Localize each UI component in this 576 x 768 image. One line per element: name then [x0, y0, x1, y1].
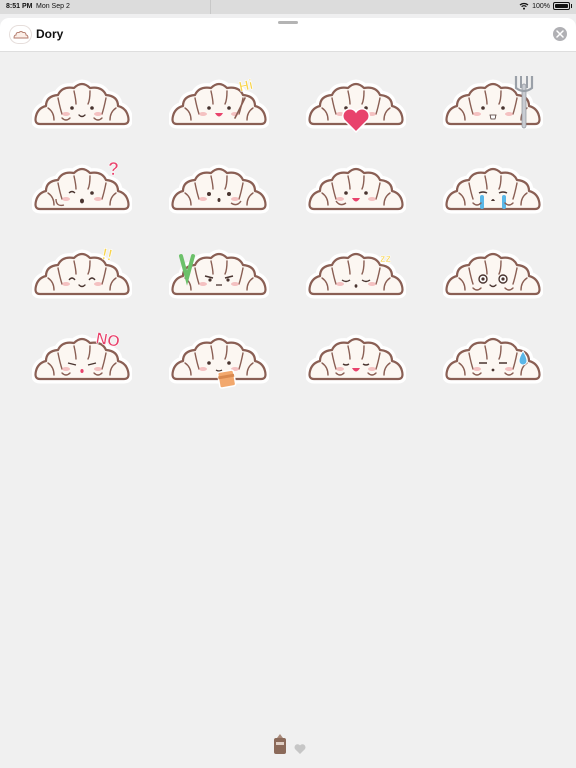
dumpling-drink-icon: [169, 334, 269, 389]
dumpling-zzz-icon: zz: [306, 249, 406, 299]
svg-text:zz: zz: [380, 253, 392, 265]
close-icon: [556, 30, 564, 38]
sticker-calm[interactable]: [32, 68, 132, 138]
sticker-no[interactable]: NO: [32, 323, 132, 393]
status-time: 8:51 PM: [6, 3, 33, 10]
sticker-zzz[interactable]: zz: [306, 238, 406, 308]
battery-icon: [553, 2, 572, 10]
sticker-sleepy[interactable]: [169, 153, 269, 223]
heart-icon[interactable]: [294, 743, 306, 755]
sticker-cry[interactable]: [443, 153, 543, 223]
bottom-toolbar: [272, 733, 306, 755]
dumpling-heart-icon: [306, 79, 406, 134]
dumpling-no-icon: NO: [32, 330, 132, 384]
status-right: 100%: [519, 2, 572, 10]
sticker-victory[interactable]: [169, 238, 269, 308]
dumpling-sleepy-icon: [169, 164, 269, 214]
sticker-drink[interactable]: [169, 323, 269, 393]
status-bar: 8:51 PM Mon Sep 2 100%: [0, 0, 576, 14]
sticker-dizzy[interactable]: [443, 238, 543, 308]
sticker-excited[interactable]: !!: [32, 238, 132, 308]
sticker-hi[interactable]: Hi: [169, 68, 269, 138]
dumpling-calm-icon: [32, 79, 132, 129]
dumpling-cry-icon: [443, 164, 543, 214]
svg-text:?: ?: [108, 159, 119, 179]
sheet-grabber[interactable]: [278, 21, 298, 24]
dumpling-dizzy-icon: [443, 249, 543, 299]
wifi-icon: [519, 2, 529, 10]
sticker-heart[interactable]: [306, 68, 406, 138]
sticker-sheet: Dory Hi ? !! zz NO: [0, 18, 576, 768]
sticker-pack-icon[interactable]: [272, 733, 288, 755]
sticker-smile[interactable]: [306, 153, 406, 223]
app-title: Dory: [36, 27, 64, 41]
dumpling-shy-icon: [306, 334, 406, 384]
status-date: Mon Sep 2: [36, 3, 70, 10]
sticker-question[interactable]: ?: [32, 153, 132, 223]
dumpling-excited-icon: !!: [32, 246, 132, 299]
svg-text:Hi: Hi: [237, 76, 254, 95]
battery-percent: 100%: [532, 2, 550, 10]
dumpling-question-icon: ?: [32, 159, 132, 214]
dumpling-logo-icon: [13, 30, 28, 38]
dumpling-smile-icon: [306, 164, 406, 214]
sticker-shy[interactable]: [306, 323, 406, 393]
split-divider: [210, 0, 211, 14]
sticker-sweat[interactable]: [443, 323, 543, 393]
dumpling-sweat-icon: [443, 334, 543, 384]
dumpling-fork-icon: [443, 76, 543, 129]
close-button[interactable]: [553, 27, 567, 41]
sticker-fork[interactable]: [443, 68, 543, 138]
sheet-header: Dory: [0, 18, 576, 52]
app-icon: [10, 26, 31, 43]
dumpling-victory-icon: [169, 249, 269, 299]
dumpling-hi-icon: Hi: [169, 76, 269, 129]
